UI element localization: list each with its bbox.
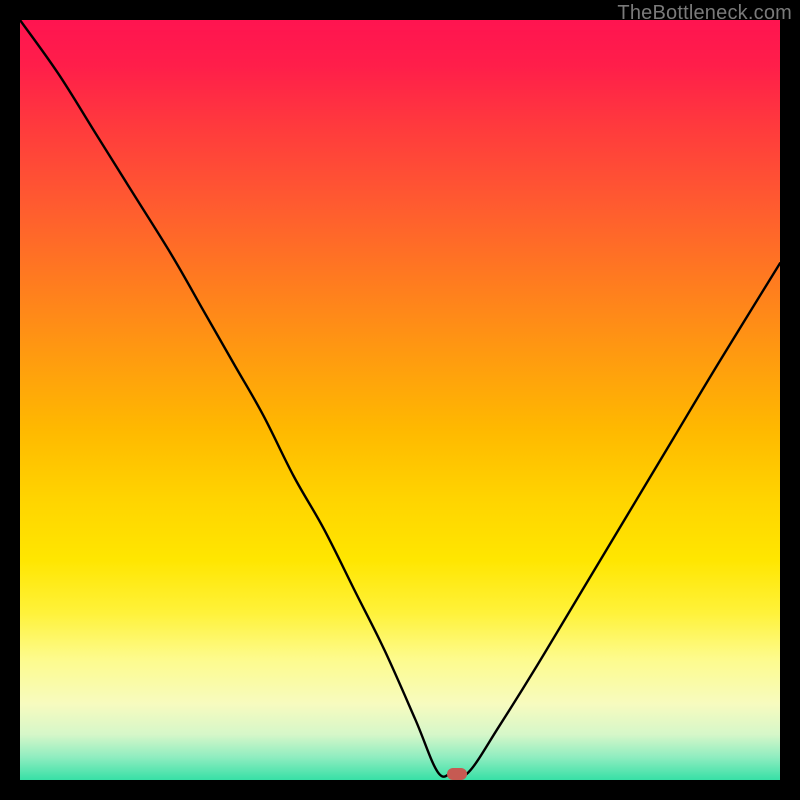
chart-frame: TheBottleneck.com <box>0 0 800 800</box>
bottleneck-curve-path <box>20 20 780 777</box>
watermark-text: TheBottleneck.com <box>617 2 792 25</box>
minimum-marker <box>447 768 467 780</box>
plot-area <box>20 20 780 780</box>
curve-layer <box>20 20 780 780</box>
